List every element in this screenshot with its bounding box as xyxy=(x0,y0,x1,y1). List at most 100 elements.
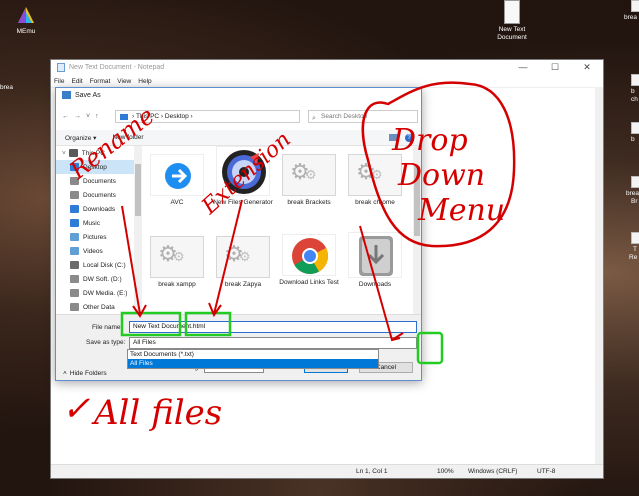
right-desktop-icon-2[interactable] xyxy=(631,74,639,86)
nav-item-music[interactable]: Music xyxy=(56,216,134,230)
file-name-input[interactable]: New Text Document.html xyxy=(129,321,417,333)
breadcrumb-desktop[interactable]: Desktop xyxy=(165,113,189,120)
file-name-label: File name: xyxy=(92,324,123,331)
nav-item-desktop[interactable]: Desktop xyxy=(56,160,134,174)
hide-folders-button[interactable]: ˄ Hide Folders xyxy=(63,370,107,377)
notepad-statusbar: Ln 1, Col 1 100% Windows (CRLF) UTF-8 xyxy=(51,464,603,478)
menu-help[interactable]: Help xyxy=(138,78,151,85)
right-desktop-icon-5[interactable] xyxy=(631,232,639,244)
right-desktop-icon-4[interactable] xyxy=(631,176,639,188)
right-desktop-label-1: brea xyxy=(624,14,638,21)
dialog-titlebar[interactable]: Save As xyxy=(56,88,421,102)
forward-arrow-icon[interactable]: → xyxy=(74,113,81,120)
menu-view[interactable]: View xyxy=(117,78,131,85)
file-thumb: ⚙ ⚙ xyxy=(216,236,270,278)
help-icon[interactable]: ? xyxy=(405,133,413,142)
disc-icon xyxy=(222,150,266,194)
organize-button[interactable]: Organize ▾ xyxy=(65,134,96,142)
drive-icon xyxy=(70,303,79,311)
chevron-down-icon: ˅ xyxy=(62,149,66,157)
nav-item-other-data[interactable]: Other Data xyxy=(56,300,134,314)
menu-format[interactable]: Format xyxy=(90,78,111,85)
right-desktop-label-8: Re xyxy=(629,254,638,261)
notepad-menubar: File Edit Format View Help xyxy=(51,75,603,87)
file-item-break-brackets[interactable]: ⚙ ⚙ break Brackets xyxy=(276,154,342,207)
right-desktop-icon-3[interactable] xyxy=(631,122,639,134)
save-as-type-label: Save as type: xyxy=(86,339,126,346)
nav-label: Desktop xyxy=(83,163,107,171)
drive-icon xyxy=(70,261,79,269)
file-label: break chrome xyxy=(355,199,395,206)
recent-locations-icon[interactable]: ˅ xyxy=(86,113,90,120)
save-as-type-select[interactable]: All Files xyxy=(129,337,417,349)
gear-icon: ⚙ xyxy=(239,249,251,264)
nav-label: Other Data xyxy=(83,303,115,311)
right-desktop-label-4: b xyxy=(631,136,635,143)
right-desktop-icon-1[interactable] xyxy=(631,0,639,12)
scrollbar-thumb[interactable] xyxy=(135,164,141,216)
nav-item-downloads[interactable]: Downloads xyxy=(56,202,134,216)
notepad-scrollbar[interactable] xyxy=(595,87,603,464)
nav-item-documents-2[interactable]: Documents xyxy=(56,188,134,202)
file-item-avc[interactable]: AVC xyxy=(144,154,210,207)
file-item-downloads[interactable]: Downloads xyxy=(342,232,408,289)
nav-item-videos[interactable]: Videos xyxy=(56,244,134,258)
back-arrow-icon[interactable]: ← xyxy=(62,113,69,120)
nav-item-pictures[interactable]: Pictures xyxy=(56,230,134,244)
dropdown-option-all-files[interactable]: All Files xyxy=(128,359,378,368)
view-options-icon[interactable] xyxy=(389,134,399,141)
notepad-icon xyxy=(57,63,65,72)
status-position: Ln 1, Col 1 xyxy=(356,468,388,475)
file-thumb xyxy=(150,154,204,196)
breadcrumb-this-pc[interactable]: This PC xyxy=(136,113,159,120)
nav-item-this-pc[interactable]: ˅ This PC xyxy=(56,146,134,160)
file-item-break-xampp[interactable]: ⚙ ⚙ break xampp xyxy=(144,236,210,289)
nav-label: Music xyxy=(83,219,100,227)
nav-item-dw-soft-d[interactable]: DW Soft. (D:) xyxy=(56,272,134,286)
status-line-endings: Windows (CRLF) xyxy=(468,468,518,475)
hide-folders-label: Hide Folders xyxy=(69,370,107,377)
nav-label: Downloads xyxy=(83,205,116,213)
document-icon xyxy=(70,177,79,185)
scrollbar-thumb[interactable] xyxy=(414,166,420,236)
nav-label: Documents xyxy=(83,191,116,199)
file-item-break-zapya[interactable]: ⚙ ⚙ break Zapya xyxy=(210,236,276,289)
dropdown-option-text-documents[interactable]: Text Documents (*.txt) xyxy=(128,350,378,359)
nav-item-documents-1[interactable]: Documents xyxy=(56,174,134,188)
desktop-icon xyxy=(70,163,79,171)
file-item-download-links-test[interactable]: Download Links Test xyxy=(276,234,342,287)
file-label: New Files Generator xyxy=(213,199,273,206)
right-desktop-label-5: brea xyxy=(626,190,639,197)
address-bar[interactable]: › This PC › Desktop › xyxy=(115,110,300,123)
file-list: AVC New Files Generator ⚙ ⚙ break Bracket… xyxy=(144,146,413,314)
maximize-icon[interactable]: ☐ xyxy=(539,62,571,73)
file-thumb: ⚙ ⚙ xyxy=(348,154,402,196)
menu-edit[interactable]: Edit xyxy=(71,78,82,85)
new-folder-button[interactable]: New folder xyxy=(112,134,143,141)
file-thumb xyxy=(282,234,336,276)
memu-desktop-icon[interactable]: MEmu xyxy=(4,4,48,36)
search-input[interactable]: ⌕ Search Desktop xyxy=(308,110,418,123)
up-arrow-icon[interactable]: ↑ xyxy=(95,113,99,120)
notepad-titlebar[interactable]: New Text Document - Notepad — ☐ ✕ xyxy=(51,60,603,75)
download-folder-icon xyxy=(359,236,393,276)
navigation-scrollbar[interactable] xyxy=(134,146,142,314)
nav-item-dw-media-e[interactable]: DW Media. (E:) xyxy=(56,286,134,300)
file-item-break-chrome[interactable]: ⚙ ⚙ break chrome xyxy=(342,154,408,207)
gear-icon: ⚙ xyxy=(371,167,383,182)
file-list-scrollbar[interactable] xyxy=(413,146,421,314)
text-document-desktop-icon[interactable]: New Text Document xyxy=(490,0,534,42)
chrome-icon xyxy=(292,238,328,275)
left-desktop-label: brea xyxy=(0,84,14,91)
save-as-type-dropdown: Text Documents (*.txt) All Files xyxy=(127,349,379,369)
file-thumb: ⚙ ⚙ xyxy=(150,236,204,278)
text-file-icon xyxy=(504,0,520,24)
close-icon[interactable]: ✕ xyxy=(571,62,603,73)
nav-item-local-disk-c[interactable]: Local Disk (C:) xyxy=(56,258,134,272)
minimize-icon[interactable]: — xyxy=(507,62,539,73)
file-thumb xyxy=(216,146,270,196)
menu-file[interactable]: File xyxy=(54,78,64,85)
memu-icon xyxy=(15,4,37,26)
file-label: break xampp xyxy=(158,281,196,288)
file-item-new-files-generator[interactable]: New Files Generator xyxy=(210,146,276,207)
